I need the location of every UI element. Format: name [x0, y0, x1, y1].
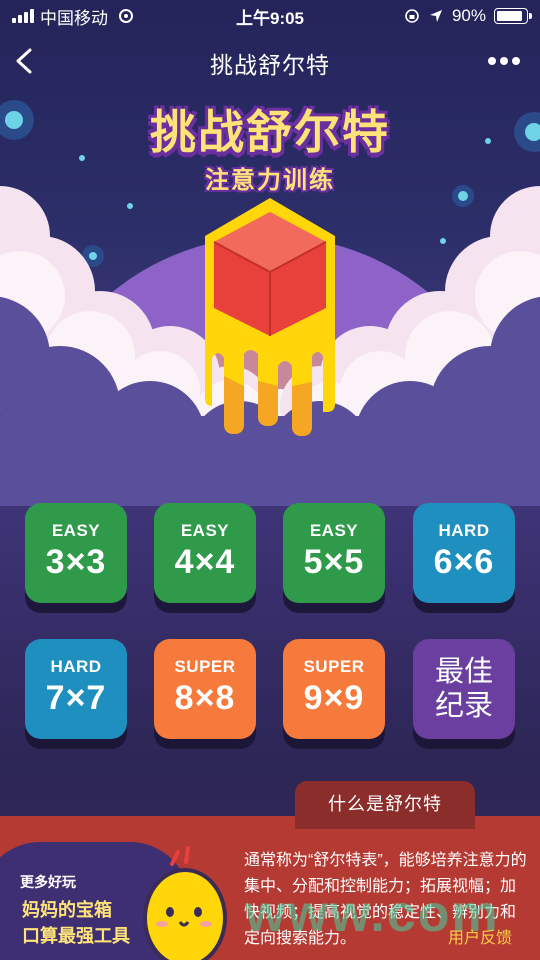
promo-link-mental-math[interactable]: 口算最强工具 — [22, 922, 130, 948]
rotation-lock-icon — [405, 9, 419, 23]
level-button-3x3[interactable]: EASY 3×3 — [25, 503, 127, 603]
level-button-7x7[interactable]: HARD 7×7 — [25, 639, 127, 739]
page-title: 挑战舒尔特 — [210, 52, 330, 78]
level-difficulty: HARD — [50, 657, 102, 676]
level-button-9x9[interactable]: SUPER 9×9 — [283, 639, 385, 739]
level-difficulty: EASY — [309, 521, 359, 540]
location-arrow-icon — [429, 10, 442, 22]
hero-title: 挑战舒尔特 — [150, 106, 390, 158]
level-button-6x6[interactable]: HARD 6×6 — [413, 503, 515, 603]
level-difficulty: EASY — [51, 521, 101, 540]
app-screen: 中国移动 上午9:05 90% 挑战舒尔特 挑战舒尔特 注意力训练 EASY 3… — [0, 0, 540, 960]
battery-percent: 90% — [451, 6, 486, 25]
level-size: 9×9 — [303, 679, 365, 717]
level-difficulty: EASY — [180, 521, 230, 540]
level-size: 6×6 — [433, 543, 495, 581]
best-record-label-line2: 纪录 — [434, 690, 493, 722]
battery-icon — [494, 8, 532, 24]
carrier-label: 中国移动 — [40, 8, 108, 28]
level-size: 7×7 — [45, 679, 107, 717]
level-size: 3×3 — [45, 543, 107, 581]
status-bar: 中国移动 上午9:05 90% — [0, 0, 540, 32]
best-record-button[interactable]: 最佳 纪录 — [413, 639, 515, 739]
level-difficulty: HARD — [438, 521, 490, 540]
hero-subtitle: 注意力训练 — [205, 167, 335, 194]
level-size: 5×5 — [303, 543, 365, 581]
level-size: 8×8 — [174, 679, 236, 717]
level-size: 4×4 — [174, 543, 236, 581]
best-record-label-line1: 最佳 — [434, 656, 493, 688]
promo-link-treasure-box[interactable]: 妈妈的宝箱 — [22, 896, 112, 922]
level-button-8x8[interactable]: SUPER 8×8 — [154, 639, 256, 739]
user-feedback-link[interactable]: 用户反馈 — [448, 924, 512, 948]
mango-mascot-icon — [143, 846, 227, 960]
level-button-4x4[interactable]: EASY 4×4 — [154, 503, 256, 603]
what-is-schulte-tab[interactable]: 什么是舒尔特 — [295, 781, 475, 829]
level-button-5x5[interactable]: EASY 5×5 — [283, 503, 385, 603]
more-dots-icon — [488, 57, 496, 65]
level-difficulty: SUPER — [174, 657, 236, 676]
level-difficulty: SUPER — [303, 657, 365, 676]
promo-heading: 更多好玩 — [20, 874, 76, 890]
battery-fill — [497, 11, 523, 21]
signal-icon — [12, 9, 34, 23]
navigation-bar: 挑战舒尔特 — [0, 36, 540, 86]
more-button[interactable] — [484, 46, 524, 76]
hotspot-icon — [119, 9, 133, 23]
